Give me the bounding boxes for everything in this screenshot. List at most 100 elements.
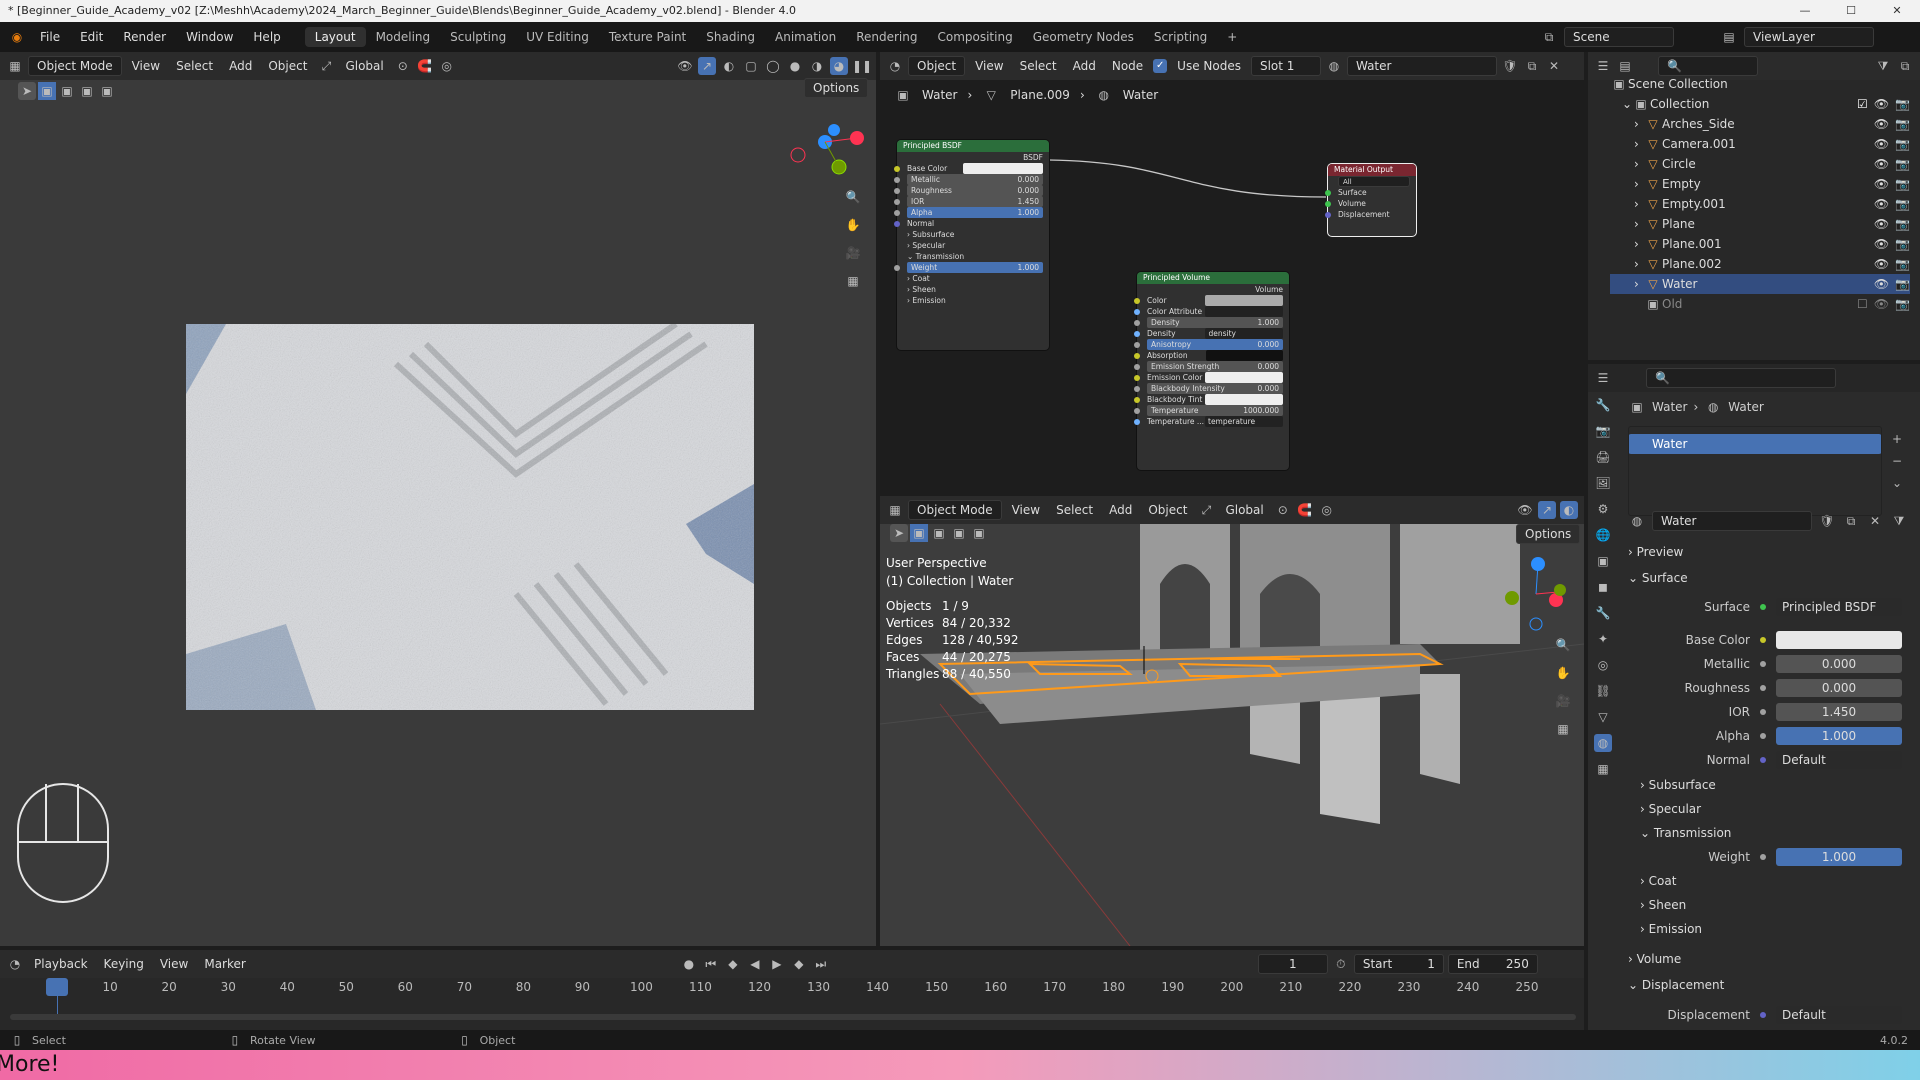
mode-selector[interactable]: Object Mode	[908, 500, 1002, 520]
modifier-tab-icon[interactable]: 🔧	[1594, 604, 1612, 622]
playhead[interactable]	[46, 978, 68, 996]
jump-start-icon[interactable]: ⏮	[702, 955, 720, 973]
menu-help[interactable]: Help	[243, 30, 290, 44]
transform-orientation[interactable]: Global	[339, 57, 389, 75]
close-icon[interactable]: ✕	[1874, 0, 1920, 22]
select-box-invert-icon[interactable]: ▣	[98, 82, 116, 100]
gizmo-icon[interactable]: ↗	[1538, 501, 1556, 519]
menu-view[interactable]: View	[1006, 501, 1046, 519]
play-icon[interactable]: ▶	[768, 955, 786, 973]
emission-panel[interactable]: › Emission	[907, 295, 946, 306]
gizmo-icon[interactable]: ↗	[698, 57, 716, 75]
add-workspace-icon[interactable]: +	[1217, 27, 1247, 47]
timeline-scrollbar[interactable]	[10, 1014, 1576, 1020]
new-collection-icon[interactable]: ⧉	[1896, 57, 1914, 75]
prev-keyframe-icon[interactable]: ◆	[724, 955, 742, 973]
menu-select[interactable]: Select	[170, 57, 219, 75]
anisotropy-value[interactable]: 0.000	[1258, 339, 1279, 350]
emission-panel[interactable]: › Emission	[1640, 922, 1702, 936]
density-value[interactable]: 1.000	[1258, 317, 1279, 328]
pivot-icon[interactable]: ⊙	[1274, 501, 1292, 519]
preview-range-icon[interactable]: ⏱	[1332, 955, 1350, 973]
options-button[interactable]: Options	[804, 78, 869, 98]
outliner-item[interactable]: › ▽ Plane 👁 📷	[1610, 214, 1910, 234]
displacement-field[interactable]: Default	[1776, 1006, 1902, 1024]
principled-bsdf-node[interactable]: Principled BSDF BSDF Base Color Metallic…	[894, 140, 1049, 350]
wireframe-shading-icon[interactable]: ◯	[764, 57, 782, 75]
timeline-ruler[interactable]: 1102030405060708090100110120130140150160…	[0, 978, 1584, 998]
volume-panel[interactable]: › Volume	[1628, 952, 1681, 966]
tab-modeling[interactable]: Modeling	[366, 27, 441, 47]
texture-tab-icon[interactable]: ▦	[1594, 760, 1612, 778]
eye-icon[interactable]: 👁	[1874, 114, 1889, 134]
scene-selector[interactable]: Scene	[1564, 27, 1674, 47]
overlay-icon[interactable]: ◐	[720, 57, 738, 75]
tab-sculpting[interactable]: Sculpting	[440, 27, 516, 47]
snap-icon[interactable]: 🧲	[1296, 501, 1314, 519]
tab-shading[interactable]: Shading	[696, 27, 765, 47]
select-box-subtract-icon[interactable]: ▣	[950, 524, 968, 542]
camera-restrict-icon[interactable]: 📷	[1895, 194, 1910, 214]
start-frame-field[interactable]: Start 1	[1353, 954, 1444, 974]
select-box-extend-icon[interactable]: ▣	[58, 82, 76, 100]
transmission-panel[interactable]: ⌄ Transmission	[907, 251, 964, 262]
eye-icon[interactable]: 👁	[1874, 234, 1889, 254]
collection-tab-icon[interactable]: ▣	[1594, 552, 1612, 570]
base-color-swatch[interactable]	[1776, 631, 1902, 649]
emission-strength-value[interactable]: 0.000	[1258, 361, 1279, 372]
outliner-item[interactable]: › ▽ Water 👁 📷	[1610, 274, 1910, 294]
output-target-select[interactable]: All	[1338, 176, 1410, 187]
outliner-item[interactable]: › ▽ Empty 👁 📷	[1610, 174, 1910, 194]
render-tab-icon[interactable]: 📷	[1594, 422, 1612, 440]
outliner-item[interactable]: › ▽ Empty.001 👁 📷	[1610, 194, 1910, 214]
jump-end-icon[interactable]: ⏭	[812, 955, 830, 973]
camera-restrict-icon[interactable]: 📷	[1895, 274, 1910, 294]
current-frame-field[interactable]: 1	[1257, 954, 1328, 974]
eye-icon[interactable]: 👁	[1874, 174, 1889, 194]
outliner-item[interactable]: › ▽ Plane.002 👁 📷	[1610, 254, 1910, 274]
tab-uv-editing[interactable]: UV Editing	[516, 27, 599, 47]
xray-icon[interactable]: ▢	[742, 57, 760, 75]
tab-texture-paint[interactable]: Texture Paint	[599, 27, 696, 47]
normal-field[interactable]: Default	[1776, 751, 1902, 769]
tab-animation[interactable]: Animation	[765, 27, 846, 47]
physics-tab-icon[interactable]: ◎	[1594, 656, 1612, 674]
pan-hand-icon[interactable]: ✋	[844, 216, 862, 234]
eye-icon[interactable]: 👁	[1874, 214, 1889, 234]
next-keyframe-icon[interactable]: ◆	[790, 955, 808, 973]
display-mode-icon[interactable]: ▤	[1616, 57, 1634, 75]
menu-keying[interactable]: Keying	[98, 955, 150, 973]
temperature-value[interactable]: 1000.000	[1243, 405, 1279, 416]
exclude-checkbox[interactable]: ☑	[1857, 94, 1868, 114]
material-shading-icon[interactable]: ◑	[808, 57, 826, 75]
weight-field[interactable]: 1.000	[1776, 848, 1902, 866]
editor-type-icon[interactable]: ▦	[886, 501, 904, 519]
play-reverse-icon[interactable]: ◀	[746, 955, 764, 973]
camera-restrict-icon[interactable]: 📷	[1895, 174, 1910, 194]
zoom-icon[interactable]: 🔍	[1554, 636, 1572, 654]
collection-old-row[interactable]: ▣ Old ☐ 👁 📷	[1610, 294, 1910, 314]
minimize-icon[interactable]: —	[1782, 0, 1828, 22]
menu-window[interactable]: Window	[176, 30, 243, 44]
subsurface-panel[interactable]: › Subsurface	[907, 229, 954, 240]
sheen-panel[interactable]: › Sheen	[907, 284, 936, 295]
slot-menu-icon[interactable]: ⌄	[1888, 474, 1906, 492]
remove-slot-icon[interactable]: −	[1888, 452, 1906, 470]
blackbody-intensity-value[interactable]: 0.000	[1258, 383, 1279, 394]
camera-view-icon[interactable]: 🎥	[1554, 692, 1572, 710]
tab-rendering[interactable]: Rendering	[846, 27, 927, 47]
output-tab-icon[interactable]: 🖨	[1594, 448, 1612, 466]
ortho-grid-icon[interactable]: ▦	[844, 272, 862, 290]
link-icon[interactable]: ⧩	[1890, 512, 1908, 530]
outliner-search[interactable]: 🔍	[1658, 56, 1758, 76]
visibility-icon[interactable]: 👁	[676, 57, 694, 75]
menu-object[interactable]: Object	[1142, 501, 1193, 519]
add-slot-icon[interactable]: +	[1888, 430, 1906, 448]
camera-restrict-icon[interactable]: 📷	[1895, 214, 1910, 234]
temperature-attribute-value[interactable]: temperature	[1205, 416, 1283, 427]
navigation-gizmo[interactable]	[1496, 552, 1576, 632]
duplicate-icon[interactable]: ⧉	[1842, 512, 1860, 530]
select-box-new-icon[interactable]: ▣	[910, 524, 928, 542]
ortho-grid-icon[interactable]: ▦	[1554, 720, 1572, 738]
menu-file[interactable]: File	[30, 30, 70, 44]
